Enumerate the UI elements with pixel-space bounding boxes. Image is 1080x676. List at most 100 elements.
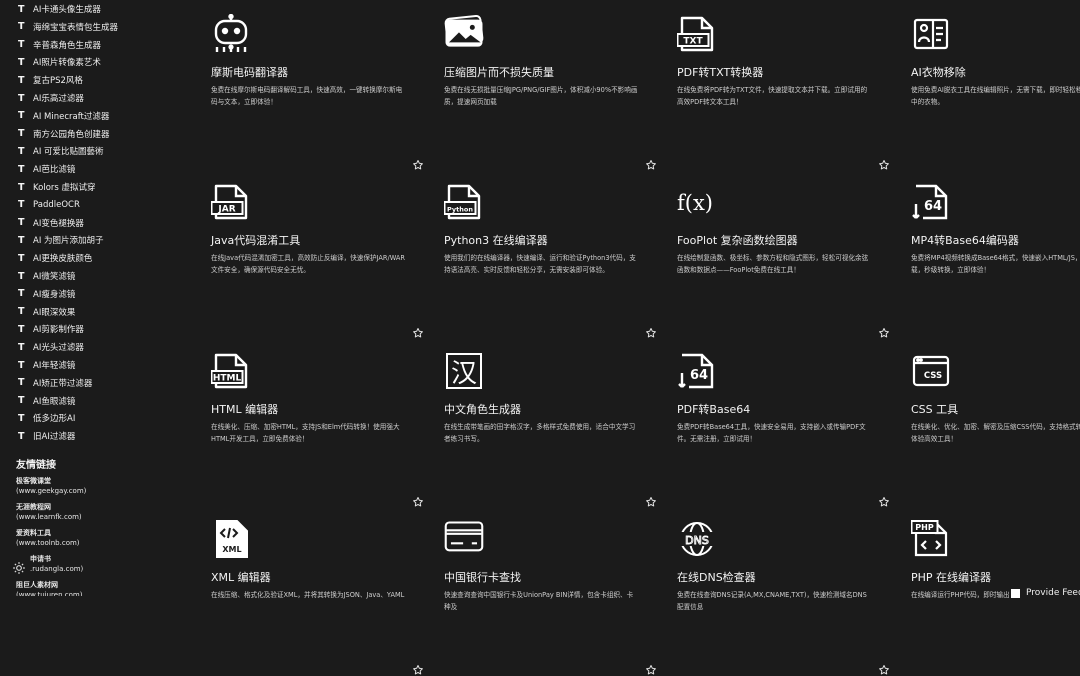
text-tool-icon: T — [18, 217, 25, 229]
svg-text:JAR: JAR — [217, 205, 235, 215]
sidebar-item[interactable]: T AI乐高过滤器 — [18, 89, 84, 107]
tool-card-title: HTML 编辑器 — [211, 403, 279, 416]
favorite-star-icon[interactable] — [645, 664, 657, 676]
tool-card-description: 在线美化、优化、加密、解密及压缩CSS代码，支持格式转换，即体验高效工具！ — [911, 423, 1080, 443]
sidebar-item[interactable]: T AI芭比滤镜 — [18, 160, 75, 178]
text-tool-icon: T — [18, 39, 25, 51]
tool-card-title: AI衣物移除 — [911, 66, 966, 79]
tool-card[interactable]: XML XML 编辑器 在线压缩、格式化及验证XML，并将其转换为JSON、Java… — [196, 497, 418, 653]
tool-card-description: 在线免费将PDF转为TXT文件，快速提取文本并下载。立即试用的高效PDF转文本工… — [677, 86, 868, 106]
tool-card[interactable]: 中国银行卡查找 快速查询查询中国银行卡及UnionPay BIN详情，包含卡组织、… — [429, 497, 651, 653]
text-tool-icon: T — [18, 92, 25, 104]
sidebar-item[interactable]: T 南方公园角色创建器 — [18, 125, 110, 143]
tool-card[interactable]: 64 MP4转Base64编码器 免费将MP4视频转换成Base64格式，快速嵌入H… — [896, 160, 1080, 316]
favorite-star-icon[interactable] — [412, 664, 424, 676]
friend-link-name: 爱资料工具 — [16, 529, 51, 537]
sidebar-item[interactable]: T AI 为图片添加胡子 — [18, 231, 104, 249]
tool-card[interactable]: 摩斯电码翻译器 免费在线摩尔斯电码翻译解码工具，快速高效，一键转换摩尔斯电码与文本… — [196, 0, 418, 148]
text-tool-icon: T — [18, 128, 25, 140]
tool-card[interactable]: AI衣物移除使用免费AI脱衣工具在线编辑照片，无需下载，即时轻松移除图片中的衣物… — [896, 0, 1080, 148]
sidebar-item[interactable]: T AI微笑滤镜 — [18, 267, 75, 285]
sidebar-item[interactable]: T 旧AI过滤器 — [18, 427, 75, 445]
text-tool-icon: T — [18, 288, 25, 300]
sidebar-item[interactable]: T AI 可爱比贴圖藝術 — [18, 142, 104, 160]
sidebar-item[interactable]: T 辛普森角色生成器 — [18, 36, 101, 54]
friend-link[interactable]: 申请书 .rudangla.com) — [30, 554, 83, 574]
html-file-icon: HTML — [210, 351, 251, 391]
sidebar-item-label: AI眼深效果 — [33, 307, 76, 318]
tool-card-description: 免费PDF转Base64工具，快速安全易用，支持嵌入或传输PDF文件。无需注册，… — [677, 423, 866, 443]
svg-text:HTML: HTML — [213, 374, 242, 384]
sidebar-item[interactable]: T AI鱼眼滤镜 — [18, 392, 75, 410]
tool-card[interactable]: DNS 在线DNS检查器 免费在线查询DNS记录(A,MX,CNAME,TXT)，快… — [662, 497, 884, 653]
python-file-icon: Python — [443, 182, 484, 222]
sidebar-item[interactable]: T AI更换皮肤颜色 — [18, 249, 92, 267]
sidebar-item[interactable]: T AI光头过滤器 — [18, 338, 84, 356]
tool-card-description: 在线美化、压缩、加密HTML，支持JS和Elm代码转换！使用强大HTML开发工具… — [211, 423, 400, 443]
tool-card[interactable]: f(x) FooPlot 复杂函数绘图器 在线绘制复函数、极坐标、参数方程和隐式图形… — [662, 160, 884, 316]
svg-text:XML: XML — [222, 545, 241, 554]
sidebar-item[interactable]: T AI剪影制作器 — [18, 320, 84, 338]
sidebar-item[interactable]: T 海绵宝宝表情包生成器 — [18, 18, 118, 36]
sidebar-item[interactable]: T AI瘦身滤镜 — [18, 285, 75, 303]
tool-card[interactable]: 压缩图片而不损失质量 免费在线无损批量压缩JPG/PNG/GIF图片，体积减小90… — [429, 0, 651, 148]
sidebar-item[interactable]: T AI Minecraft过滤器 — [18, 107, 109, 125]
tool-card-description: 在线Java代码混淆加密工具，高效防止反编译，快速保护JAR/WAR文件安全，确… — [211, 254, 405, 274]
friend-link-url: (www.tujuren.com) — [16, 591, 83, 596]
sidebar-item-label: AI瘦身滤镜 — [33, 289, 76, 300]
tool-card[interactable]: HTML HTML 编辑器在线美化、压缩、加密HTML，支持JS和Elm代码转换！… — [196, 329, 418, 485]
sidebar-item-label: AI年轻滤镜 — [33, 361, 76, 371]
function-icon: f(x) — [677, 182, 717, 222]
friend-link[interactable]: 无涯教程网 (www.learnfk.com) — [16, 502, 82, 522]
sidebar-item-label: AI卡通头像生成器 — [33, 5, 101, 15]
tool-card[interactable]: 64 PDF转Base64 免费PDF转Base64工具，快速安全易用，支持嵌入或传… — [662, 329, 884, 485]
tool-card-title: XML 编辑器 — [211, 571, 271, 584]
sidebar-item-label: AI乐高过滤器 — [33, 94, 84, 104]
sidebar-item[interactable]: T AI照片转像素艺术 — [18, 53, 101, 71]
tool-card[interactable]: PHP PHP 在线编译器 在线编译运行PHP代码，即时输出 — [896, 497, 1080, 653]
sidebar-item[interactable]: T AI变色褪换器 — [18, 214, 84, 232]
text-tool-icon: T — [18, 341, 25, 353]
tool-card-description: 使用免费AI脱衣工具在线编辑照片，无需下载，即时轻松移除图片中的衣物。 — [911, 86, 1080, 106]
tool-card-description: 快速查询查询中国银行卡及UnionPay BIN详情，包含卡组织、卡种及 — [444, 591, 634, 611]
sidebar-item-label: 低多边形AI — [33, 414, 76, 425]
sidebar-item[interactable]: T AI年轻滤镜 — [18, 356, 75, 374]
tool-card[interactable]: JAR Java代码混淆工具 在线Java代码混淆加密工具，高效防止反编译，快速保护… — [196, 160, 418, 316]
tool-card[interactable]: TXT PDF转TXT转换器 在线免费将PDF转为TXT文件，快速提取文本并下载。立… — [662, 0, 884, 148]
friend-link-name: 申请书 — [30, 555, 51, 563]
base64-convert-icon: 64 — [677, 351, 717, 391]
tool-card-description: 在线生成带笔画的田字格汉字，多格样式免费使用，适合中文学习者练习书写。 — [444, 423, 636, 443]
friend-link[interactable]: 阻巨人素材网 (www.tujuren.com) — [16, 580, 82, 596]
jar-file-icon: JAR — [210, 182, 251, 222]
svg-text:Python: Python — [447, 206, 473, 214]
text-tool-icon: T — [18, 199, 25, 211]
tool-card-description: 免费在线摩尔斯电码翻译解码工具，快速高效，一键转换摩尔斯电码与文本，立即体验！ — [211, 86, 403, 106]
tool-card[interactable]: 汉中文角色生成器 在线生成带笔画的田字格汉字，多格样式免费使用，适合中文学习者练习… — [429, 329, 651, 485]
sidebar-item-label: AI变色褪换器 — [33, 218, 84, 229]
theme-toggle-sun-icon[interactable] — [12, 561, 26, 575]
sidebar-item[interactable]: T AI卡通头像生成器 — [18, 0, 101, 18]
text-tool-icon: T — [18, 56, 25, 68]
sidebar-item-label: AI Minecraft过滤器 — [33, 111, 110, 122]
sidebar-item[interactable]: T AI矫正带过滤器 — [18, 374, 92, 392]
svg-text:TXT: TXT — [683, 37, 703, 47]
sidebar-item-label: Kolors 虚拟试穿 — [33, 183, 96, 193]
feedback-button[interactable]: Provide Feedb — [1011, 588, 1080, 598]
sidebar-item[interactable]: T PaddleOCR — [18, 196, 80, 214]
friend-link[interactable]: 极客微课堂 (www.geekgay.com) — [16, 476, 86, 496]
sidebar-item[interactable]: T AI眼深效果 — [18, 303, 75, 321]
friends-links-title: 友情链接 — [16, 460, 56, 471]
favorite-star-icon[interactable] — [878, 664, 890, 676]
tool-card-title: FooPlot 复杂函数绘图器 — [677, 234, 798, 247]
tool-card[interactable]: Python Python3 在线编译器 使用我们的在线编译器，快速编译、运行和验证… — [429, 160, 651, 316]
svg-text:64: 64 — [690, 368, 708, 383]
sidebar-item-label: AI更换皮肤颜色 — [33, 254, 93, 265]
sidebar-item[interactable]: T 低多边形AI — [18, 409, 75, 427]
svg-text:f(x): f(x) — [677, 191, 713, 215]
tool-card[interactable]: CSS CSS 工具在线美化、优化、加密、解密及压缩CSS代码，支持格式转换，即体… — [896, 329, 1080, 485]
friend-link[interactable]: 爱资料工具 (www.toolnb.com) — [16, 528, 80, 548]
sidebar-item[interactable]: T Kolors 虚拟试穿 — [18, 178, 96, 196]
sidebar-item[interactable]: T 复古PS2风格 — [18, 71, 83, 89]
text-tool-icon: T — [18, 234, 25, 246]
text-tool-icon: T — [18, 3, 25, 15]
